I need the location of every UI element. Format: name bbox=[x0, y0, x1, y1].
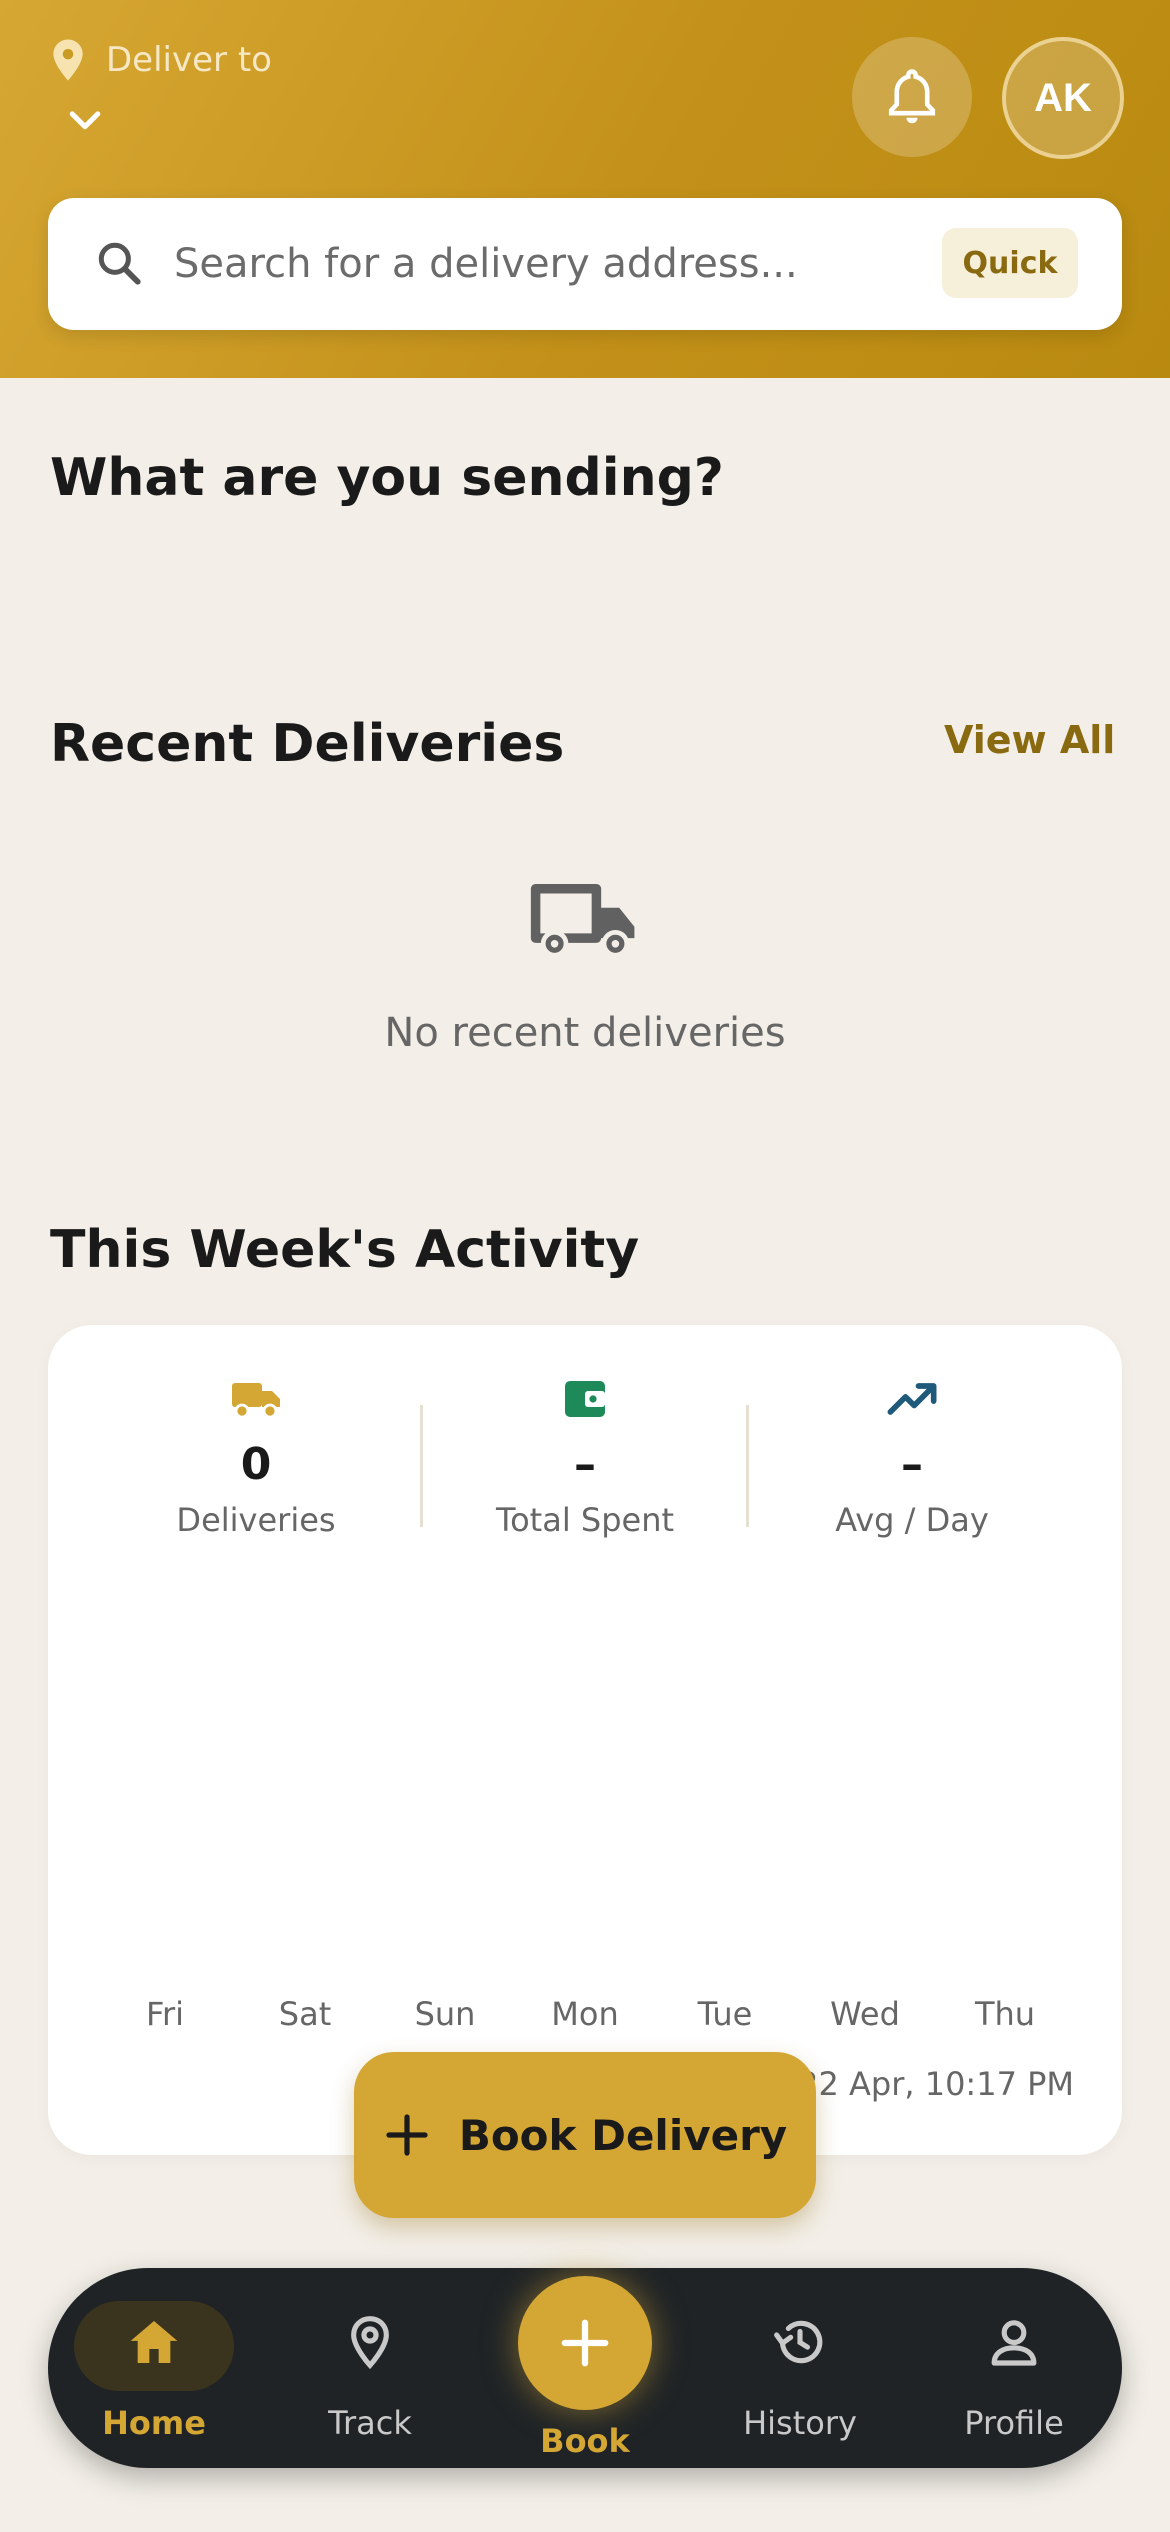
nav-book-button[interactable] bbox=[518, 2276, 652, 2410]
chart-day-label: Fri bbox=[145, 1995, 185, 2033]
deliveries-label: Deliveries bbox=[176, 1501, 336, 1539]
nav-track-label: Track bbox=[328, 2404, 412, 2442]
quick-label: Quick bbox=[962, 245, 1058, 281]
truck-icon bbox=[530, 883, 635, 958]
sending-title: What are you sending? bbox=[50, 448, 724, 508]
plus-icon bbox=[561, 2319, 609, 2367]
truck-icon bbox=[232, 1383, 280, 1419]
location-pin-icon bbox=[53, 39, 83, 81]
avatar-initials: AK bbox=[1034, 75, 1092, 120]
stat-avg-day: – Avg / Day bbox=[752, 1377, 1072, 1539]
trending-up-icon bbox=[887, 1383, 937, 1415]
nav-home[interactable]: Home bbox=[64, 2268, 244, 2468]
deliver-to-label: Deliver to bbox=[106, 40, 272, 80]
nav-book-label[interactable]: Book bbox=[495, 2422, 675, 2460]
chart-day-label: Sun bbox=[414, 1995, 476, 2033]
total-spent-value: – bbox=[574, 1439, 596, 1490]
total-spent-label: Total Spent bbox=[495, 1501, 675, 1539]
recent-deliveries-title: Recent Deliveries bbox=[50, 714, 565, 774]
search-input[interactable] bbox=[174, 228, 854, 300]
stat-divider bbox=[746, 1405, 749, 1527]
stat-total-spent: – Total Spent bbox=[425, 1377, 745, 1539]
bell-icon bbox=[888, 69, 936, 124]
header: Deliver to AK Quick bbox=[0, 0, 1170, 378]
stat-divider bbox=[420, 1405, 423, 1527]
activity-title: This Week's Activity bbox=[50, 1220, 640, 1280]
deliver-to[interactable]: Deliver to bbox=[50, 38, 272, 82]
book-delivery-label: Book Delivery bbox=[458, 2110, 788, 2160]
nav-track[interactable]: Track bbox=[280, 2268, 460, 2468]
nav-history[interactable]: History bbox=[710, 2268, 890, 2468]
chevron-down-icon[interactable] bbox=[68, 108, 102, 134]
user-icon bbox=[991, 2320, 1037, 2366]
chart-day-label: Sat bbox=[278, 1995, 332, 2033]
last-updated-text: 22 Apr, 10:17 PM bbox=[798, 2065, 1074, 2103]
view-all-link[interactable]: View All bbox=[944, 718, 1115, 762]
home-icon bbox=[130, 2321, 178, 2363]
bottom-nav: Home Track Book History Profile bbox=[48, 2268, 1122, 2468]
quick-button[interactable]: Quick bbox=[942, 228, 1078, 298]
chart-day-label: Mon bbox=[551, 1995, 619, 2033]
notifications-button[interactable] bbox=[852, 37, 972, 157]
plus-icon bbox=[386, 2114, 428, 2156]
chart-day-label: Wed bbox=[830, 1995, 900, 2033]
nav-home-label: Home bbox=[102, 2404, 206, 2442]
empty-state-text: No recent deliveries bbox=[384, 1010, 786, 1056]
search-icon bbox=[98, 242, 141, 285]
location-pin-icon bbox=[351, 2316, 389, 2370]
search-bar[interactable]: Quick bbox=[48, 198, 1122, 330]
avg-day-value: – bbox=[901, 1439, 923, 1490]
history-icon bbox=[774, 2320, 823, 2364]
nav-history-label: History bbox=[743, 2404, 857, 2442]
activity-card: 0 Deliveries – Total Spent – Avg / Day F… bbox=[48, 1325, 1122, 2155]
book-delivery-button[interactable]: Book Delivery bbox=[354, 2052, 816, 2218]
stat-deliveries: 0 Deliveries bbox=[96, 1377, 416, 1539]
avatar[interactable]: AK bbox=[1002, 37, 1124, 159]
nav-profile-label: Profile bbox=[964, 2404, 1064, 2442]
avg-day-label: Avg / Day bbox=[835, 1501, 989, 1539]
chart-day-label: Tue bbox=[697, 1995, 753, 2033]
nav-profile[interactable]: Profile bbox=[924, 2268, 1104, 2468]
deliveries-value: 0 bbox=[240, 1439, 272, 1490]
wallet-icon bbox=[565, 1381, 605, 1417]
chart-day-label: Thu bbox=[974, 1995, 1036, 2033]
